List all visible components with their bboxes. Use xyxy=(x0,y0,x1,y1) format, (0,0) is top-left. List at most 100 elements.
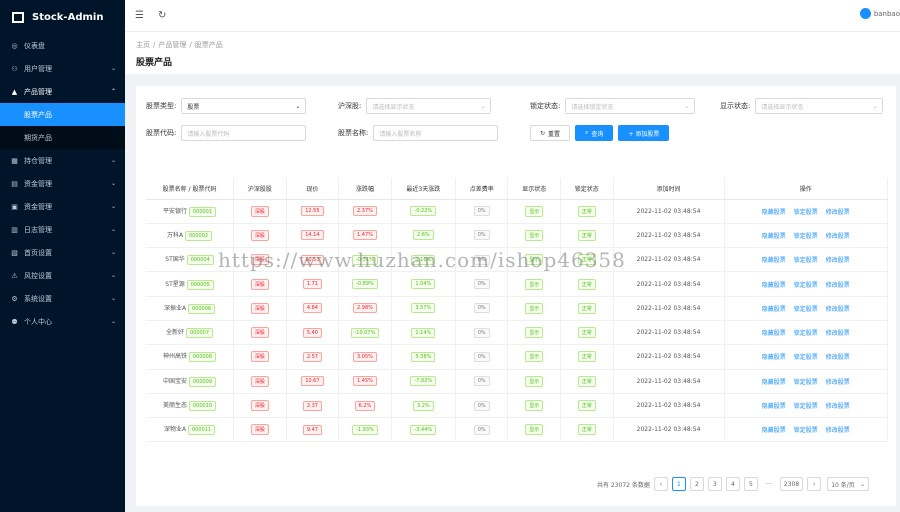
col-header: 现价 xyxy=(286,178,340,200)
edit-stock-link[interactable]: 修改股票 xyxy=(826,427,850,434)
lock-stock-link[interactable]: 锁定股票 xyxy=(794,330,818,337)
sidebar: Stock-Admin ◎ 仪表盘 ⚇ 用户管理 ⌄ ▲ 产品管理 ⌃ 股票产品 期货产品 ▦ 持仓管… xyxy=(0,0,125,512)
edit-stock-link[interactable]: 修改股票 xyxy=(826,306,850,313)
spread-rate: 0% xyxy=(473,279,490,290)
lock-stock-link[interactable]: 锁定股票 xyxy=(794,282,818,289)
lock-stock-link[interactable]: 锁定股票 xyxy=(794,379,818,386)
sidebar-item-6[interactable]: ▤ 资金管理 ⌄ xyxy=(0,172,125,195)
spread-rate: 0% xyxy=(473,230,490,241)
edit-stock-link[interactable]: 修改股票 xyxy=(826,233,850,240)
stock-name: 中国宝安 xyxy=(163,377,188,385)
sidebar-item-4[interactable]: 期货产品 xyxy=(0,126,125,149)
sidebar-item-2[interactable]: ▲ 产品管理 ⌃ xyxy=(0,80,125,103)
lock-stock-link[interactable]: 锁定股票 xyxy=(794,354,818,361)
edit-stock-link[interactable]: 修改股票 xyxy=(826,330,850,337)
col-header: 沪深股股 xyxy=(233,178,287,200)
sidebar-item-12[interactable]: ⚉ 个人中心 ⌄ xyxy=(0,310,125,333)
code-input[interactable]: 请输入股票代码 xyxy=(181,125,307,141)
page-button[interactable]: 5 xyxy=(743,477,758,491)
hide-stock-link[interactable]: 隐藏股票 xyxy=(762,257,786,264)
next-page-button[interactable]: › xyxy=(807,477,822,491)
three-day-change: 5.38% xyxy=(411,351,436,362)
hide-stock-link[interactable]: 隐藏股票 xyxy=(762,306,786,313)
type-select[interactable]: 股票 ⌄ xyxy=(181,98,307,114)
spread-rate: 0% xyxy=(473,424,490,435)
search-button[interactable]: ⌕ 查询 xyxy=(575,125,614,141)
market-label: 沪深股: xyxy=(338,102,362,110)
page-button[interactable]: 3 xyxy=(707,477,722,491)
page-size-select[interactable]: 10 条/页 ⌄ xyxy=(827,477,870,491)
page-button[interactable]: 4 xyxy=(725,477,740,491)
sidebar-item-3[interactable]: 股票产品 xyxy=(0,103,125,126)
sidebar-item-0[interactable]: ◎ 仪表盘 xyxy=(0,34,125,57)
sidebar-item-9[interactable]: ▧ 首页设置 ⌄ xyxy=(0,241,125,264)
three-day-change: 3.57% xyxy=(411,303,436,314)
edit-stock-link[interactable]: 修改股票 xyxy=(826,282,850,289)
table-row: 全新好 000007 深股 5.40 -10.07% 1.14% 0% 显示 正常 2022-1… xyxy=(146,320,888,346)
refresh-icon[interactable]: ↻ xyxy=(158,10,166,21)
add-time: 2022-11-02 03:48:54 xyxy=(636,329,701,337)
market-tag: 深股 xyxy=(250,327,269,339)
market-select[interactable]: 请选择显示状态 ⌄ xyxy=(366,98,492,114)
chevron-down-icon: ⌄ xyxy=(684,102,690,110)
edit-stock-link[interactable]: 修改股票 xyxy=(826,257,850,264)
hide-stock-link[interactable]: 隐藏股票 xyxy=(762,379,786,386)
name-input[interactable]: 请输入股票名称 xyxy=(373,125,499,141)
lock-stock-link[interactable]: 锁定股票 xyxy=(794,209,818,216)
lock-status: 正常 xyxy=(577,278,596,290)
page-button[interactable]: 2 xyxy=(689,477,704,491)
page-button[interactable]: 2308 xyxy=(779,477,804,491)
lock-stock-link[interactable]: 锁定股票 xyxy=(794,403,818,410)
show-status: 显示 xyxy=(525,327,544,339)
three-day-change: 3.2% xyxy=(412,400,434,411)
show-select[interactable]: 请选择显示状态 ⌄ xyxy=(755,98,884,114)
lock-stock-link[interactable]: 锁定股票 xyxy=(794,257,818,264)
breadcrumb-home[interactable]: 主页 xyxy=(136,41,150,49)
add-stock-button[interactable]: + 添加股票 xyxy=(618,125,670,141)
change-rate: 6.2% xyxy=(354,400,376,411)
sidebar-item-5[interactable]: ▦ 持仓管理 ⌄ xyxy=(0,149,125,172)
hide-stock-link[interactable]: 隐藏股票 xyxy=(762,354,786,361)
sidebar-item-1[interactable]: ⚇ 用户管理 ⌄ xyxy=(0,57,125,80)
stock-name: 深物业A xyxy=(163,426,187,434)
menu-fold-icon[interactable]: ☰ xyxy=(135,10,144,21)
user-menu[interactable]: banbao xyxy=(859,8,900,19)
add-time: 2022-11-02 03:48:54 xyxy=(636,426,701,434)
hide-stock-link[interactable]: 隐藏股票 xyxy=(762,330,786,337)
hide-stock-link[interactable]: 隐藏股票 xyxy=(762,282,786,289)
lock-stock-link[interactable]: 锁定股票 xyxy=(794,427,818,434)
sidebar-item-11[interactable]: ⚙ 系统设置 ⌄ xyxy=(0,287,125,310)
show-status: 显示 xyxy=(525,302,544,314)
lock-stock-link[interactable]: 锁定股票 xyxy=(794,306,818,313)
breadcrumb: 主页 / 产品管理 / 股票产品 xyxy=(136,41,223,49)
prev-page-button[interactable]: ‹ xyxy=(653,477,668,491)
sidebar-item-8[interactable]: ▥ 日志管理 ⌄ xyxy=(0,218,125,241)
stock-code: 000001 xyxy=(188,206,217,217)
three-day-change: -7.82% xyxy=(410,376,437,387)
hide-stock-link[interactable]: 隐藏股票 xyxy=(762,427,786,434)
hide-stock-link[interactable]: 隐藏股票 xyxy=(762,233,786,240)
page-button[interactable]: ··· xyxy=(761,477,776,491)
market-tag: 深股 xyxy=(250,229,269,241)
edit-stock-link[interactable]: 修改股票 xyxy=(826,209,850,216)
edit-stock-link[interactable]: 修改股票 xyxy=(826,354,850,361)
sidebar-item-label: 持仓管理 xyxy=(24,156,52,165)
home-icon: ▧ xyxy=(11,248,18,257)
stock-code: 000008 xyxy=(188,352,217,363)
lock-stock-link[interactable]: 锁定股票 xyxy=(794,233,818,240)
page-button[interactable]: 1 xyxy=(671,477,686,491)
market-tag: 深股 xyxy=(250,205,269,217)
sidebar-item-7[interactable]: ▣ 资金管理 ⌄ xyxy=(0,195,125,218)
edit-stock-link[interactable]: 修改股票 xyxy=(826,403,850,410)
sidebar-item-10[interactable]: ⚠ 风控设置 ⌄ xyxy=(0,264,125,287)
lock-select[interactable]: 请选择锁定状态 ⌄ xyxy=(565,98,696,114)
table-row: 万科A 000002 深股 14.14 1.47% 2.6% 0% 显示 正常 2022-11-… xyxy=(146,223,888,249)
hide-stock-link[interactable]: 隐藏股票 xyxy=(762,209,786,216)
price: 9.47 xyxy=(302,424,322,435)
filter-type: 股票类型: 股票 ⌄ xyxy=(146,98,307,114)
edit-stock-link[interactable]: 修改股票 xyxy=(826,379,850,386)
reset-button[interactable]: ↻ 重置 xyxy=(530,125,571,141)
breadcrumb-product[interactable]: 产品管理 xyxy=(158,41,186,49)
position-icon: ▦ xyxy=(11,156,18,165)
hide-stock-link[interactable]: 隐藏股票 xyxy=(762,403,786,410)
